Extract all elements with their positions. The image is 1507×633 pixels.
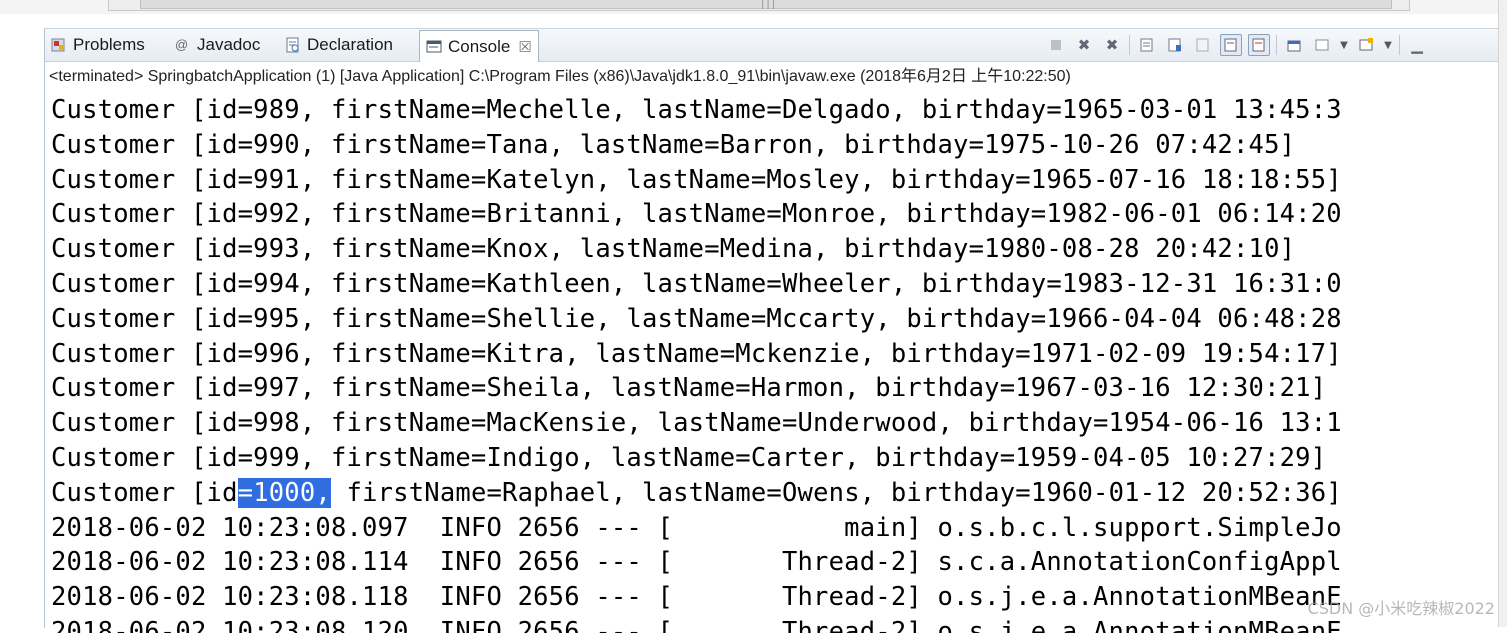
console-line[interactable]: Customer [id=992, firstName=Britanni, la… [51, 197, 1496, 232]
toolbar-separator [1399, 35, 1400, 55]
console-line[interactable]: Customer [id=994, firstName=Kathleen, la… [51, 267, 1496, 302]
tab-javadoc[interactable]: @ Javadoc [175, 29, 260, 61]
tab-label: Console [448, 36, 511, 56]
tab-label: Problems [73, 35, 145, 54]
vertical-scrollbar[interactable] [1498, 0, 1507, 627]
line-text: Customer [id [51, 477, 238, 508]
console-line[interactable]: Customer [id=991, firstName=Katelyn, las… [51, 163, 1496, 198]
console-line[interactable]: Customer [id=989, firstName=Mechelle, la… [51, 93, 1496, 128]
terminate-icon[interactable] [1045, 34, 1067, 56]
remove-all-terminated-icon[interactable]: ✖ [1101, 34, 1123, 56]
console-line[interactable]: 2018-06-02 10:23:08.120 INFO 2656 --- [ … [51, 615, 1496, 633]
launch-status: <terminated> SpringbatchApplication (1) … [49, 68, 1071, 85]
line-text: firstName=Raphael, lastName=Owens, birth… [330, 477, 1342, 508]
console-line[interactable]: 2018-06-02 10:23:08.118 INFO 2656 --- [ … [51, 580, 1496, 615]
console-line[interactable]: Customer [id=999, firstName=Indigo, last… [51, 441, 1496, 476]
clear-console-icon[interactable] [1136, 34, 1158, 56]
scroll-grip-icon: ||| [760, 0, 777, 10]
show-console-stdout-icon[interactable] [1220, 34, 1242, 56]
toolbar-separator [1129, 35, 1130, 55]
console-line[interactable]: 2018-06-02 10:23:08.097 INFO 2656 --- [ … [51, 511, 1496, 546]
watermark: CSDN @小米吃辣椒2022 [1307, 599, 1495, 618]
tab-declaration[interactable]: Declaration [285, 29, 393, 61]
console-icon [426, 39, 442, 55]
chevron-down-icon[interactable]: ▼ [1383, 34, 1393, 56]
declaration-icon [285, 37, 301, 53]
console-line-selected[interactable]: Customer [id=1000, firstName=Raphael, la… [51, 476, 1496, 511]
text-selection[interactable]: =1000, [237, 477, 331, 508]
tab-console[interactable]: Console ☒ [419, 30, 539, 62]
show-console-stderr-icon[interactable] [1248, 34, 1270, 56]
console-output[interactable]: Customer [id=989, firstName=Mechelle, la… [51, 93, 1496, 633]
view-tabbar: Problems @ Javadoc Declaration Console ☒… [45, 29, 1500, 62]
problems-icon [51, 37, 67, 53]
tab-label: Javadoc [197, 35, 261, 54]
word-wrap-icon[interactable] [1192, 34, 1214, 56]
open-console-icon[interactable] [1355, 34, 1377, 56]
display-selected-console-icon[interactable] [1311, 34, 1333, 56]
pin-console-icon[interactable] [1283, 34, 1305, 56]
scroll-lock-icon[interactable] [1164, 34, 1186, 56]
tab-problems[interactable]: Problems [51, 29, 145, 61]
console-toolbar: ✖ ✖ ▼ ▼ ▁ [1045, 32, 1497, 58]
console-view: Problems @ Javadoc Declaration Console ☒… [44, 28, 1500, 633]
console-line[interactable]: Customer [id=990, firstName=Tana, lastNa… [51, 128, 1496, 163]
chevron-down-icon[interactable]: ▼ [1339, 34, 1349, 56]
console-line[interactable]: Customer [id=996, firstName=Kitra, lastN… [51, 337, 1496, 372]
tab-label: Declaration [307, 35, 393, 54]
toolbar-separator [1276, 35, 1277, 55]
minimize-icon[interactable]: ▁ [1406, 34, 1428, 56]
top-scrollbar[interactable]: ◀ ||| [0, 0, 1507, 14]
console-line[interactable]: Customer [id=997, firstName=Sheila, last… [51, 371, 1496, 406]
console-line[interactable]: 2018-06-02 10:23:08.114 INFO 2656 --- [ … [51, 545, 1496, 580]
console-line[interactable]: Customer [id=995, firstName=Shellie, las… [51, 302, 1496, 337]
console-line[interactable]: Customer [id=998, firstName=MacKensie, l… [51, 406, 1496, 441]
javadoc-icon: @ [175, 37, 189, 52]
console-line[interactable]: Customer [id=993, firstName=Knox, lastNa… [51, 232, 1496, 267]
close-icon[interactable]: ☒ [518, 38, 531, 56]
remove-launch-icon[interactable]: ✖ [1073, 34, 1095, 56]
